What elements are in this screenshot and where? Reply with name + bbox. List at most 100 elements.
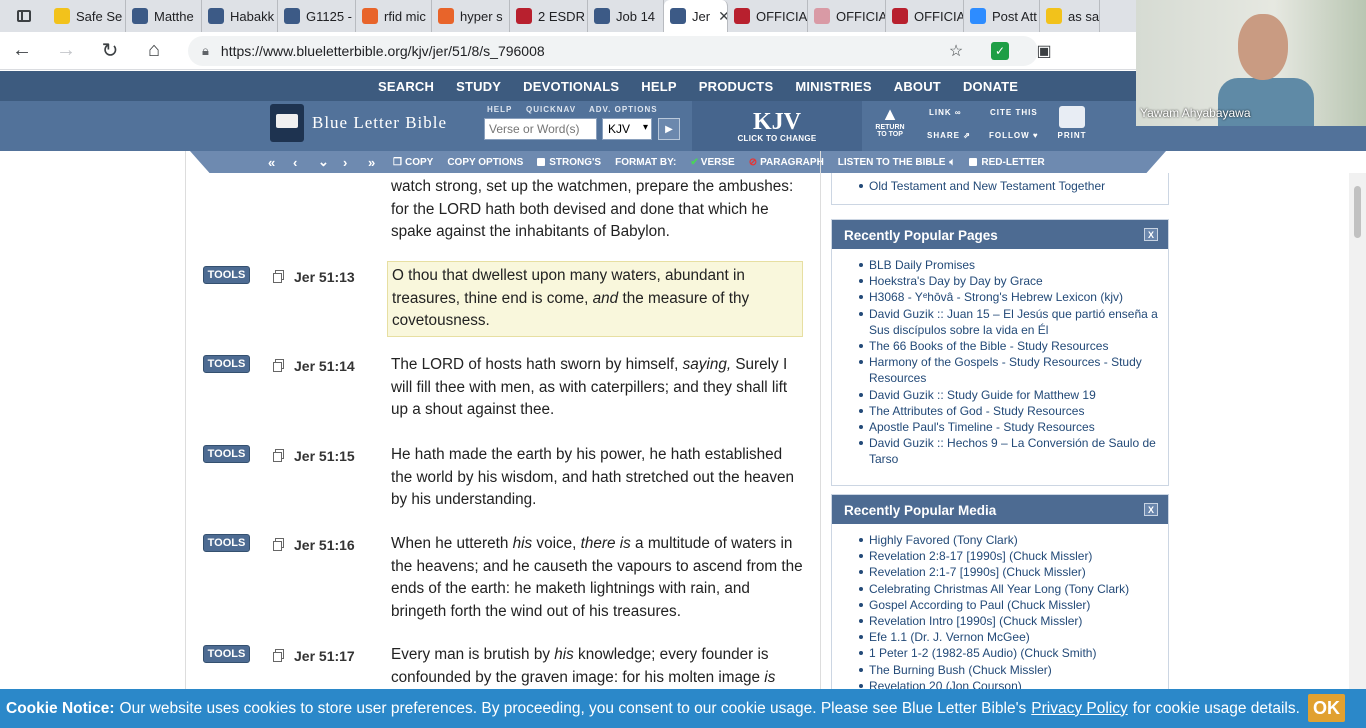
browser-tab[interactable]: G1125 - <box>278 0 356 32</box>
tools-button[interactable]: TOOLS <box>203 355 250 373</box>
popular-page-link[interactable]: Harmony of the Gospels - Study Resources… <box>859 354 1168 386</box>
popular-page-link[interactable]: BLB Daily Promises <box>859 257 1168 273</box>
browser-tab[interactable]: Jer ✕ <box>664 0 728 32</box>
tab-title: Matthe <box>154 8 194 24</box>
popular-media-link[interactable]: Gospel According to Paul (Chuck Missler) <box>859 597 1168 613</box>
privacy-policy-link[interactable]: Privacy Policy <box>1031 700 1127 718</box>
browser-tab[interactable]: Habakk <box>202 0 278 32</box>
popular-page-link[interactable]: The Attributes of God - Study Resources <box>859 403 1168 419</box>
popular-page-link[interactable]: David Guzik :: Study Guide for Matthew 1… <box>859 387 1168 403</box>
nav-donate[interactable]: DONATE <box>963 79 1018 94</box>
cookie-ok-button[interactable]: OK <box>1308 694 1345 722</box>
browser-tab[interactable]: hyper s <box>432 0 510 32</box>
print-button[interactable]: PRINT <box>1054 106 1090 140</box>
reload-button[interactable]: ↻ <box>88 32 132 70</box>
extension-check-button[interactable]: ✓ <box>978 32 1022 70</box>
home-button[interactable]: ⌂ <box>132 32 176 70</box>
popular-page-link[interactable]: David Guzik :: Juan 15 – El Jesús que pa… <box>859 306 1168 338</box>
blb-icon <box>670 8 686 24</box>
tools-button[interactable]: TOOLS <box>203 534 250 552</box>
back-button[interactable]: ← <box>0 32 44 70</box>
cite-this-button[interactable]: CITE THIS <box>990 108 1038 117</box>
sidebar-link[interactable]: Old Testament and New Testament Together <box>859 178 1168 194</box>
verse-reference[interactable]: Jer 51:16 <box>294 537 355 553</box>
doc-icon <box>516 8 532 24</box>
webcam-participant-name: Yawam Ahyabayawa <box>1140 106 1251 120</box>
browser-tab[interactable]: 2 ESDR <box>510 0 588 32</box>
nav-study[interactable]: STUDY <box>456 79 501 94</box>
tab-title: as san <box>1068 8 1100 24</box>
copy-verse-icon[interactable] <box>273 270 284 283</box>
nav-help[interactable]: HELP <box>641 79 676 94</box>
close-box-button[interactable]: X <box>1144 503 1158 516</box>
verse-text: Every man is brutish by his knowledge; e… <box>391 646 776 686</box>
tools-button[interactable]: TOOLS <box>203 445 250 463</box>
browser-tab[interactable]: rfid mic <box>356 0 432 32</box>
site-logo[interactable]: Blue Letter Bible <box>270 104 447 142</box>
popular-media-link[interactable]: Efe 1.1 (Dr. J. Vernon McGee) <box>859 629 1168 645</box>
popular-media-link[interactable]: Revelation Intro [1990s] (Chuck Missler) <box>859 613 1168 629</box>
copy-verse-icon[interactable] <box>273 359 284 372</box>
verse-reference[interactable]: Jer 51:15 <box>294 448 355 464</box>
tab-title: Habakk <box>230 8 275 24</box>
verse-reference[interactable]: Jer 51:17 <box>294 648 355 664</box>
copy-verse-icon[interactable] <box>273 449 284 462</box>
browser-tab[interactable]: OFFICIA <box>886 0 964 32</box>
red-letter-toggle[interactable]: RED-LETTER <box>969 157 1045 168</box>
browser-tab[interactable]: Safe Se <box>48 0 126 32</box>
popular-media-link[interactable]: Revelation 2:8-17 [1990s] (Chuck Missler… <box>859 548 1168 564</box>
quick-search-go-button[interactable]: ▶ <box>658 118 680 140</box>
popular-media-link[interactable]: Celebrating Christmas All Year Long (Ton… <box>859 581 1168 597</box>
version-switcher[interactable]: KJV CLICK TO CHANGE <box>692 101 862 151</box>
page-scrollbar[interactable] <box>1349 173 1366 689</box>
copy-verse-icon[interactable] <box>273 538 284 551</box>
return-to-top-button[interactable]: ▲ RETURN TO TOP <box>870 104 910 138</box>
browser-tab[interactable]: as san <box>1040 0 1100 32</box>
logo-title: Blue Letter Bible <box>312 113 448 132</box>
share-button[interactable]: SHARE ⇗ <box>927 131 971 140</box>
follow-button[interactable]: FOLLOW ♥ <box>989 131 1039 140</box>
nav-search[interactable]: SEARCH <box>378 79 434 94</box>
popular-page-link[interactable]: The 66 Books of the Bible - Study Resour… <box>859 338 1168 354</box>
quicknav-label[interactable]: QUICKNAV <box>526 105 576 114</box>
listen-button[interactable]: LISTEN TO THE BIBLE 🔈︎ <box>838 157 956 168</box>
close-box-button[interactable]: X <box>1144 228 1158 241</box>
browser-tab[interactable]: Job 14 <box>588 0 664 32</box>
tab-title: Safe Se <box>76 8 123 24</box>
nav-products[interactable]: PRODUCTS <box>699 79 774 94</box>
popular-page-link[interactable]: Hoekstra's Day by Day by Grace <box>859 273 1168 289</box>
link-button[interactable]: LINK ∞ <box>929 108 962 117</box>
forward-button[interactable]: → <box>44 32 88 70</box>
browser-tab[interactable]: Post Att <box>964 0 1040 32</box>
verse-reference[interactable]: Jer 51:13 <box>294 269 355 285</box>
favorites-star-icon[interactable]: ☆ <box>934 32 978 70</box>
help-label[interactable]: HELP <box>487 105 512 114</box>
tools-button[interactable]: TOOLS <box>203 266 250 284</box>
popular-media-link[interactable]: Revelation 2:1-7 [1990s] (Chuck Missler) <box>859 564 1168 580</box>
browser-tab[interactable]: OFFICIA <box>728 0 808 32</box>
scrollbar-thumb[interactable] <box>1354 186 1361 238</box>
tab-actions-menu[interactable] <box>0 0 48 32</box>
nav-ministries[interactable]: MINISTRIES <box>795 79 871 94</box>
popular-page-link[interactable]: Apostle Paul's Timeline - Study Resource… <box>859 419 1168 435</box>
version-select[interactable]: KJV <box>602 118 652 140</box>
verse-reference[interactable]: Jer 51:14 <box>294 358 355 374</box>
browser-tab[interactable]: Matthe <box>126 0 202 32</box>
popular-page-link[interactable]: H3068 - Yᵉhōvâ - Strong's Hebrew Lexicon… <box>859 289 1168 305</box>
quick-search-input[interactable] <box>484 118 597 140</box>
url-field[interactable]: 🔒︎ https://www.blueletterbible.org/kjv/j… <box>188 36 1038 66</box>
tools-button[interactable]: TOOLS <box>203 645 250 663</box>
nav-about[interactable]: ABOUT <box>894 79 941 94</box>
adv-options-label[interactable]: ADV. OPTIONS <box>589 105 658 114</box>
doc-icon <box>734 8 750 24</box>
extension-camera-button[interactable]: ▣ <box>1022 32 1066 70</box>
popular-page-link[interactable]: David Guzik :: Hechos 9 – La Conversión … <box>859 435 1168 467</box>
popular-media-link[interactable]: Highly Favored (Tony Clark) <box>859 532 1168 548</box>
popular-pages-list: BLB Daily Promises Hoekstra's Day by Day … <box>832 249 1168 474</box>
close-tab-icon[interactable]: ✕ <box>718 8 727 25</box>
copy-verse-icon[interactable] <box>273 649 284 662</box>
browser-tab[interactable]: OFFICIA <box>808 0 886 32</box>
nav-devotionals[interactable]: DEVOTIONALS <box>523 79 619 94</box>
popular-media-link[interactable]: The Burning Bush (Chuck Missler) <box>859 662 1168 678</box>
popular-media-link[interactable]: 1 Peter 1-2 (1982-85 Audio) (Chuck Smith… <box>859 645 1168 661</box>
